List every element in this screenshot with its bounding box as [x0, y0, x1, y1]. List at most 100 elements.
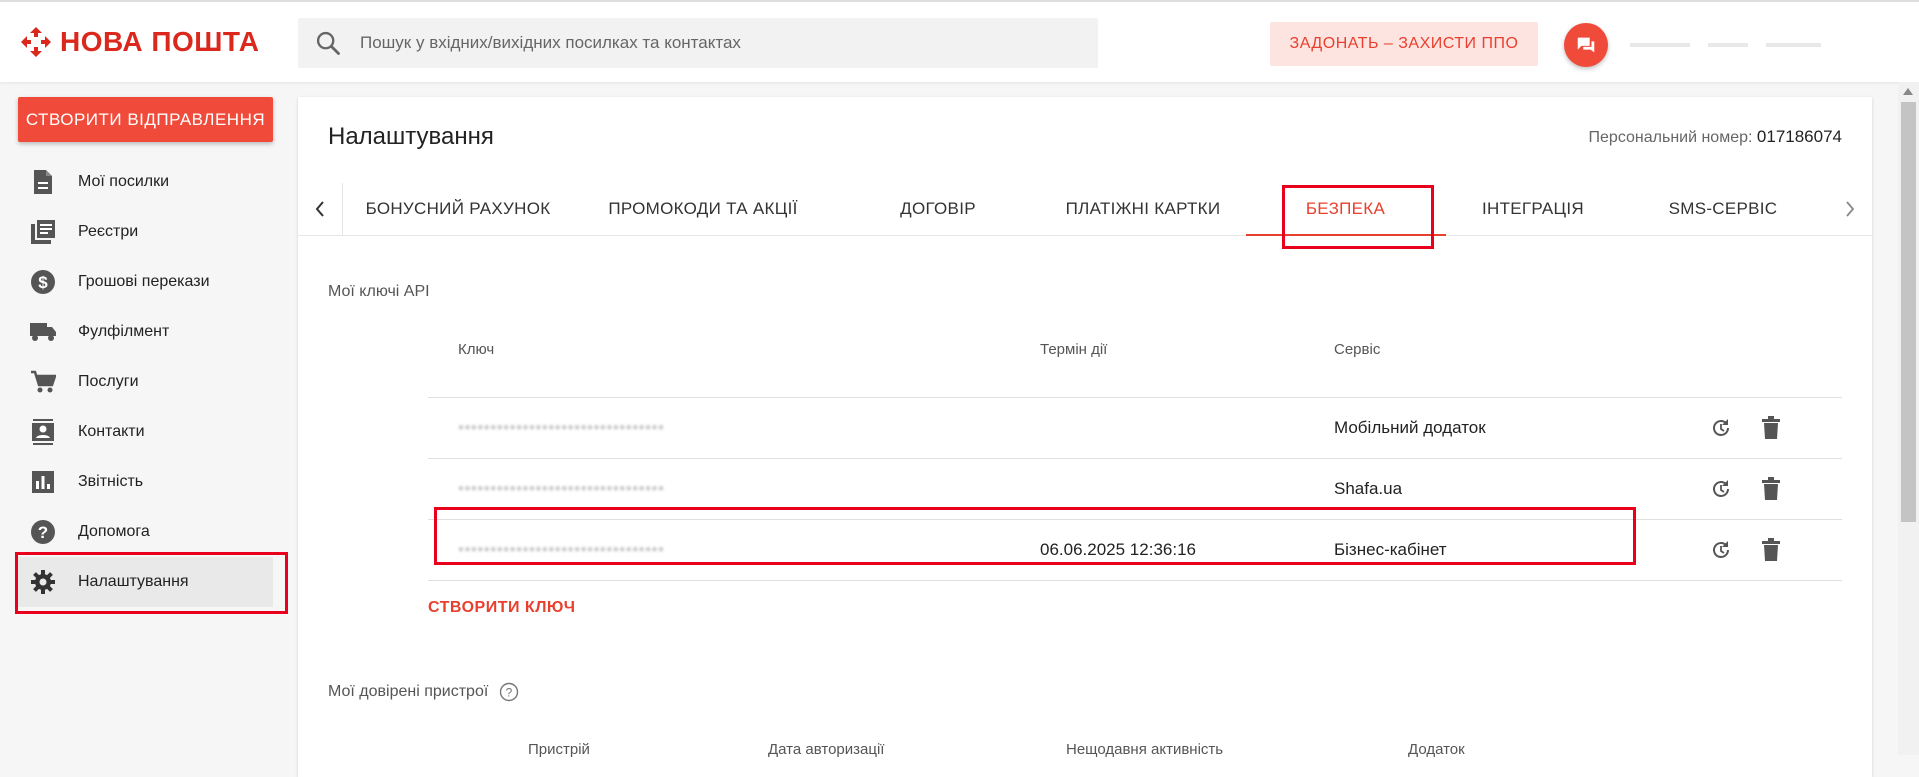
refresh-key-button[interactable] [1708, 537, 1734, 563]
settings-card: Налаштування Персональний номер: 0171860… [298, 97, 1872, 777]
refresh-key-button[interactable] [1708, 415, 1734, 441]
settings-tabs: БОНУСНИЙ РАХУНОК ПРОМОКОДИ ТА АКЦІЇ ДОГО… [298, 183, 1872, 236]
svg-text:$: $ [38, 273, 48, 292]
truck-icon [28, 317, 58, 347]
help-icon: ? [28, 517, 58, 547]
trash-icon [1762, 538, 1780, 561]
chevron-left-icon [315, 201, 324, 217]
refresh-icon [1713, 419, 1729, 436]
sidebar-item-help[interactable]: ? Допомога [18, 507, 273, 557]
personal-number: Персональний номер: 017186074 [1589, 127, 1842, 147]
sidebar-nav: Мої посилки Реєстри $ Грошові перекази Ф… [18, 157, 273, 607]
document-icon [28, 167, 58, 197]
tab-sms-service[interactable]: SMS-СЕРВІС [1643, 183, 1803, 235]
devices-table-header: Пристрій Дата авторизації Нещодавня акти… [298, 741, 1872, 771]
search-icon [316, 31, 340, 55]
tab-payment-cards[interactable]: ПЛАТІЖНІ КАРТКИ [1043, 183, 1243, 235]
column-app[interactable]: Додаток [1408, 741, 1465, 758]
trash-icon [1762, 477, 1780, 500]
delete-key-button[interactable] [1758, 476, 1784, 502]
page-title: Налаштування [328, 123, 494, 150]
api-key-value: •••••••••••••••••••••••••••••••• [458, 418, 665, 437]
delete-key-button[interactable] [1758, 415, 1784, 441]
sidebar-item-contacts[interactable]: Контакти [18, 407, 273, 457]
tabs-scroll-right[interactable] [1828, 183, 1872, 235]
nova-poshta-logo-icon [21, 27, 51, 57]
scroll-thumb[interactable] [1901, 102, 1916, 522]
svg-text:?: ? [38, 523, 48, 542]
sidebar-item-label: Мої посилки [78, 173, 170, 190]
column-recent-activity[interactable]: Нещодавня активність [1066, 741, 1223, 758]
trusted-devices-label: Мої довірені пристрої [328, 683, 489, 701]
cart-icon [28, 367, 58, 397]
gear-icon [28, 567, 58, 597]
page-scrollbar[interactable] [1898, 82, 1919, 755]
sidebar-item-label: Допомога [78, 523, 150, 540]
create-key-button[interactable]: СТВОРИТИ КЛЮЧ [428, 599, 575, 617]
help-circle-icon[interactable]: ? [499, 682, 519, 702]
tab-security[interactable]: БЕЗПЕКА [1283, 183, 1408, 235]
personal-number-value: 017186074 [1756, 127, 1842, 146]
sidebar-item-money-transfers[interactable]: $ Грошові перекази [18, 257, 273, 307]
registry-icon [28, 217, 58, 247]
column-auth-date[interactable]: Дата авторизації [768, 741, 884, 758]
dollar-icon: $ [28, 267, 58, 297]
svg-text:?: ? [505, 686, 512, 700]
refresh-icon [1713, 480, 1729, 497]
logo[interactable]: НОВА ПОШТА [20, 26, 259, 58]
tab-contract[interactable]: ДОГОВІР [873, 183, 1003, 235]
delete-key-button[interactable] [1758, 537, 1784, 563]
api-keys-table: Ключ Термін дії Сервіс •••••••••••••••••… [428, 307, 1842, 581]
personal-number-label: Персональний номер: [1588, 129, 1753, 146]
chevron-right-icon [1846, 201, 1855, 217]
api-keys-title: Мої ключі API [328, 283, 430, 300]
sidebar-item-label: Контакти [78, 423, 145, 440]
table-row: •••••••••••••••••••••••••••••••• Мобільн… [428, 398, 1842, 459]
column-expiry: Термін дії [1040, 341, 1108, 358]
sidebar-item-label: Реєстри [78, 223, 139, 240]
sidebar-item-label: Звітність [78, 473, 144, 490]
sidebar-item-label: Послуги [78, 373, 139, 390]
sidebar-item-reports[interactable]: Звітність [18, 457, 273, 507]
chart-icon [28, 467, 58, 497]
active-tab-indicator [1246, 234, 1446, 236]
refresh-icon [1713, 541, 1729, 558]
api-key-service: Бізнес-кабінет [1334, 540, 1447, 559]
search-bar[interactable]: Пошук у вхідних/вихідних посилках та кон… [298, 18, 1098, 68]
api-key-service: Мобільний додаток [1334, 418, 1486, 437]
tabs-scroll-left[interactable] [298, 183, 343, 235]
tab-promocodes[interactable]: ПРОМОКОДИ ТА АКЦІЇ [598, 183, 808, 235]
sidebar-item-registries[interactable]: Реєстри [18, 207, 273, 257]
sidebar-item-my-parcels[interactable]: Мої посилки [18, 157, 273, 207]
app-header: НОВА ПОШТА Пошук у вхідних/вихідних поси… [0, 2, 1919, 82]
trash-icon [1762, 416, 1780, 439]
tab-bonus-account[interactable]: БОНУСНИЙ РАХУНОК [348, 183, 568, 235]
api-key-value: •••••••••••••••••••••••••••••••• [458, 479, 665, 498]
sidebar-item-label: Налаштування [78, 573, 189, 590]
brand-name: НОВА ПОШТА [60, 26, 260, 57]
trusted-devices-title: Мої довірені пристрої ? [328, 682, 519, 702]
sidebar-item-label: Грошові перекази [78, 273, 210, 290]
api-key-value: •••••••••••••••••••••••••••••••• [458, 540, 665, 559]
user-info[interactable] [1630, 32, 1880, 58]
sidebar-item-label: Фулфілмент [78, 323, 170, 340]
api-key-expiry: 06.06.2025 12:36:16 [1040, 540, 1196, 559]
tab-integration[interactable]: ІНТЕГРАЦІЯ [1448, 183, 1618, 235]
refresh-key-button[interactable] [1708, 476, 1734, 502]
create-shipment-button[interactable]: СТВОРИТИ ВІДПРАВЛЕННЯ [18, 97, 273, 142]
chat-icon [1577, 37, 1595, 53]
donate-button[interactable]: ЗАДОНАТЬ – ЗАХИСТИ ППО [1270, 22, 1538, 66]
scroll-up-arrow-icon[interactable] [1903, 88, 1913, 95]
search-input[interactable]: Пошук у вхідних/вихідних посилках та кон… [360, 33, 741, 53]
sidebar-item-settings[interactable]: Налаштування [18, 557, 273, 607]
table-row: •••••••••••••••••••••••••••••••• Shafa.u… [428, 459, 1842, 520]
api-table-header: Ключ Термін дії Сервіс [428, 307, 1842, 398]
sidebar-item-services[interactable]: Послуги [18, 357, 273, 407]
api-key-service: Shafa.ua [1334, 479, 1403, 498]
column-device[interactable]: Пристрій [528, 741, 590, 758]
sidebar-item-fulfillment[interactable]: Фулфілмент [18, 307, 273, 357]
chat-button[interactable] [1564, 23, 1608, 67]
contacts-icon [28, 417, 58, 447]
column-service: Сервіс [1334, 341, 1381, 358]
table-row: •••••••••••••••••••••••••••••••• 06.06.2… [428, 520, 1842, 581]
